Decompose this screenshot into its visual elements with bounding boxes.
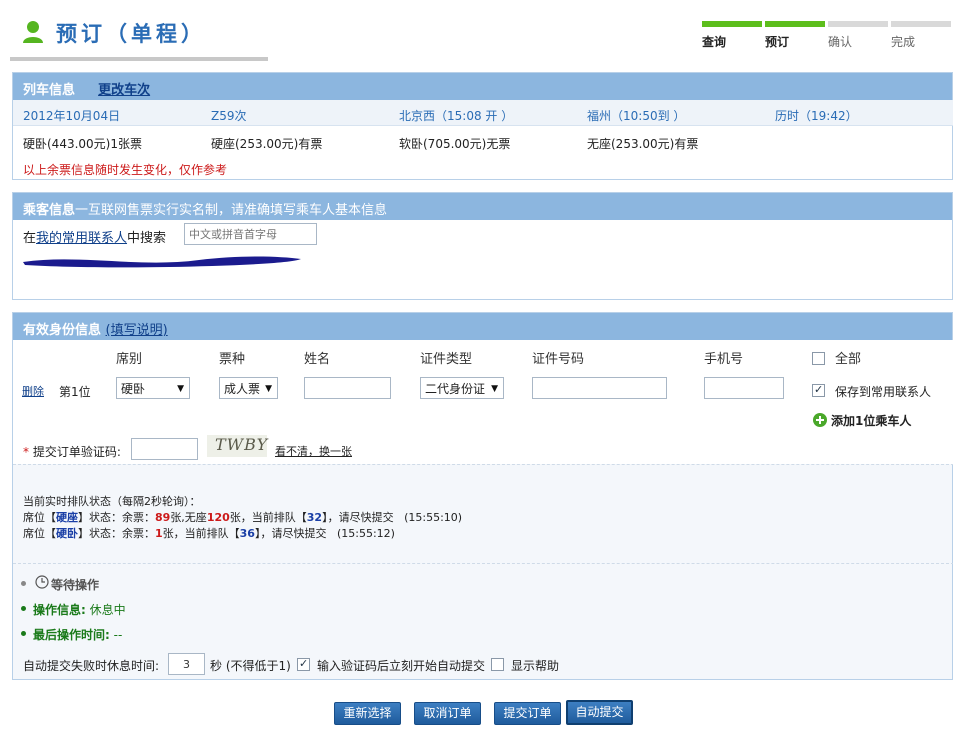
cancel-order-button[interactable]: 取消订单	[414, 702, 481, 725]
identity-panel: 有效身份信息 (填写说明) 席别 票种 姓名 证件类型 证件号码 手机号 全部 …	[12, 312, 953, 680]
captcha-label-row: * 提交订单验证码:	[23, 443, 121, 460]
select-all-label: 全部	[835, 352, 862, 367]
train-info-title: 列车信息	[23, 83, 76, 98]
train-duration: 历时（19:42）	[775, 109, 858, 123]
show-help-label: 显示帮助	[511, 659, 560, 673]
seat-type-select[interactable]: 硬卧 ▼	[116, 377, 190, 399]
reselect-button[interactable]: 重新选择	[334, 702, 401, 725]
queue-line-2: 席位【硬卧】状态：余票：1张，当前排队【36】，请尽快提交 (15:55:12)	[23, 527, 395, 540]
waiting-status: 等待操作	[51, 578, 100, 592]
retry-unit: 秒 (不得低于1)	[210, 659, 291, 673]
bullet-icon	[21, 631, 26, 636]
clock-icon	[35, 575, 49, 589]
seat-availability: 无座(253.00元)有票	[587, 137, 699, 151]
passenger-name-input[interactable]	[304, 377, 391, 399]
step-bar-book	[765, 21, 825, 27]
passenger-title: 乘客信息	[23, 203, 76, 218]
chevron-down-icon: ▼	[265, 384, 272, 394]
bullet-icon	[21, 606, 26, 611]
seat-availability: 软卧(705.00元)无票	[399, 137, 511, 151]
captcha-image: TWBY	[207, 435, 267, 457]
col-id-number: 证件号码	[532, 352, 585, 367]
auto-submit-button[interactable]: 自动提交	[566, 700, 633, 725]
step-bar-query	[702, 21, 762, 27]
train-arrive: 福州（10:50到 ）	[587, 109, 686, 123]
add-passenger-button[interactable]: 添加1位乘车人	[831, 412, 911, 429]
required-star: *	[23, 445, 29, 459]
queue-line-1: 席位【硬座】状态：余票：89张,无座120张，当前排队【32】，请尽快提交 (1…	[23, 511, 463, 524]
col-ticket-type: 票种	[219, 352, 246, 367]
captcha-refresh-link[interactable]: 看不清，换一张	[275, 443, 352, 459]
id-type-value: 二代身份证	[425, 382, 486, 396]
identity-title: 有效身份信息	[23, 323, 102, 338]
seat-availability: 硬卧(443.00元)1张票	[23, 137, 142, 151]
col-seat-type: 席别	[116, 352, 143, 367]
train-depart: 北京西（15:08 开 ）	[399, 109, 514, 123]
passenger-position: 第1位	[59, 385, 91, 399]
chevron-down-icon: ▼	[491, 384, 498, 394]
contact-search-input[interactable]	[184, 223, 317, 245]
train-number: Z59次	[211, 109, 247, 123]
step-label-query: 查询	[702, 35, 727, 49]
phone-input[interactable]	[704, 377, 784, 399]
divider	[13, 563, 953, 564]
ticket-type-select[interactable]: 成人票 ▼	[219, 377, 278, 399]
contact-search-suffix: 中搜索	[127, 231, 167, 246]
submit-order-button[interactable]: 提交订单	[494, 702, 561, 725]
seat-type-value: 硬卧	[121, 382, 146, 396]
identity-header: 有效身份信息 (填写说明)	[13, 313, 952, 340]
retry-seconds-input[interactable]	[168, 653, 205, 675]
chevron-down-icon: ▼	[177, 384, 184, 394]
auto-submit-label: 输入验证码后立刻开始自动提交	[317, 659, 486, 673]
passenger-panel: 乘客信息一互联网售票实行实名制，请准确填写乘车人基本信息 在我的常用联系人中搜索	[12, 192, 953, 300]
train-info-panel: 列车信息 更改车次 2012年10月04日 Z59次 北京西（15:08 开 ）…	[12, 72, 953, 180]
divider	[13, 464, 953, 465]
passenger-note: 一互联网售票实行实名制，请准确填写乘车人基本信息	[75, 203, 388, 218]
step-label-book: 预订	[765, 35, 790, 49]
contact-search-prefix: 在	[23, 231, 37, 246]
operation-info: 操作信息: 休息中	[33, 603, 126, 617]
queue-title: 当前实时排队状态（每隔2秒轮询）：	[23, 495, 201, 508]
select-all-checkbox[interactable]	[812, 352, 825, 365]
delete-passenger-link[interactable]: 删除	[22, 383, 44, 399]
retry-label: 自动提交失败时休息时间:	[23, 659, 160, 673]
passenger-header: 乘客信息一互联网售票实行实名制，请准确填写乘车人基本信息	[13, 193, 952, 220]
id-number-input[interactable]	[532, 377, 667, 399]
save-contact-checkbox[interactable]	[812, 383, 825, 397]
frequent-contacts-link[interactable]: 我的常用联系人	[36, 231, 127, 246]
seat-availability: 硬座(253.00元)有票	[211, 137, 323, 151]
show-help-checkbox[interactable]	[491, 658, 504, 671]
title-underline	[10, 57, 268, 61]
last-operation-time: 最后操作时间: --	[33, 628, 123, 642]
train-info-header: 列车信息 更改车次	[13, 73, 952, 100]
step-label-confirm: 确认	[828, 35, 853, 49]
redaction-scribble	[23, 256, 301, 268]
bullet-icon	[21, 581, 26, 586]
save-contact-label: 保存到常用联系人	[835, 385, 932, 399]
step-bar-confirm	[828, 21, 888, 27]
contact-search-row: 在我的常用联系人中搜索	[23, 227, 166, 246]
captcha-label: 提交订单验证码:	[32, 445, 121, 459]
col-name: 姓名	[304, 352, 331, 367]
user-icon	[23, 21, 43, 43]
col-id-type: 证件类型	[420, 352, 473, 367]
change-train-link[interactable]: 更改车次	[98, 83, 150, 98]
col-phone: 手机号	[704, 352, 744, 367]
add-circle-icon[interactable]	[813, 413, 827, 427]
step-label-done: 完成	[891, 35, 916, 49]
auto-submit-checkbox[interactable]	[297, 657, 310, 671]
page-title: 预订（单程）	[56, 22, 206, 46]
step-bar-done	[891, 21, 951, 27]
availability-warning: 以上余票信息随时发生变化，仅作参考	[23, 163, 228, 177]
id-type-select[interactable]: 二代身份证 ▼	[420, 377, 504, 399]
ticket-type-value: 成人票	[224, 382, 261, 396]
train-date: 2012年10月04日	[23, 109, 121, 123]
fill-help-link[interactable]: (填写说明)	[106, 323, 168, 338]
captcha-input[interactable]	[131, 438, 198, 460]
